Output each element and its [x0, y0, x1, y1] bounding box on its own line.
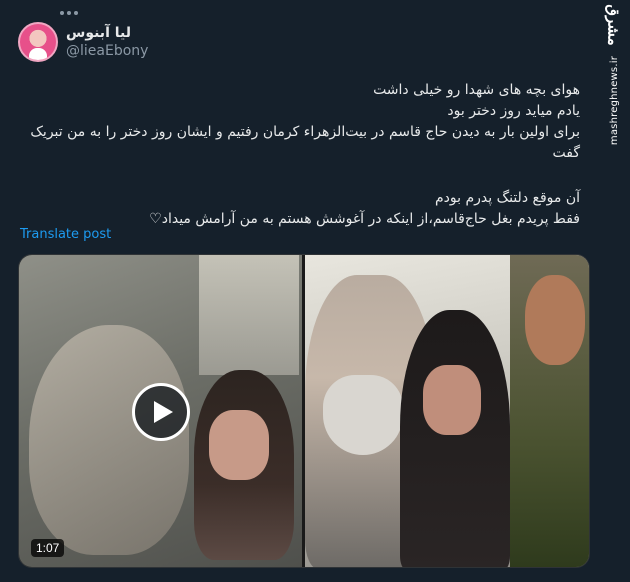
video-duration: 1:07 [31, 539, 65, 557]
top-overflow-dots [60, 0, 120, 15]
frame-background-wall [199, 255, 299, 375]
video-frame-right [305, 255, 589, 567]
tweet-line: هوای بچه های شهدا رو خیلی داشت [373, 82, 580, 98]
play-button[interactable] [132, 383, 190, 441]
site-watermark: مشرق mashreghnews.ir [602, 4, 626, 145]
frame-poster-portrait [525, 275, 585, 365]
play-icon [154, 401, 173, 423]
author-handle[interactable]: @lieaEbony [66, 43, 148, 59]
tweet-line: یادم میاید روز دختر بود [447, 103, 580, 119]
tweet-media-video[interactable]: 1:07 [18, 254, 590, 568]
tweet-line: آن موقع دلتنگ پدرم بودم [434, 190, 580, 206]
avatar[interactable] [18, 22, 58, 62]
author-names: لیا آبنوس @lieaEbony [66, 25, 148, 59]
frame-figure-man-beard [323, 375, 403, 455]
watermark-logo: مشرق [605, 4, 623, 46]
tweet-line: برای اولین بار به دیدن حاج قاسم در بیت‌ا… [30, 124, 580, 161]
watermark-url: mashreghnews.ir [608, 56, 620, 146]
frame-figure-girl [400, 310, 510, 567]
frame-figure-girl-face [209, 410, 269, 480]
tweet-header: لیا آبنوس @lieaEbony [18, 22, 148, 62]
tweet-text: هوای بچه های شهدا رو خیلی داشت یادم میای… [20, 80, 580, 230]
translate-post-link[interactable]: Translate post [20, 227, 111, 242]
author-display-name[interactable]: لیا آبنوس [66, 25, 148, 41]
frame-figure-girl-face [423, 365, 481, 435]
tweet-line-break [20, 164, 580, 188]
